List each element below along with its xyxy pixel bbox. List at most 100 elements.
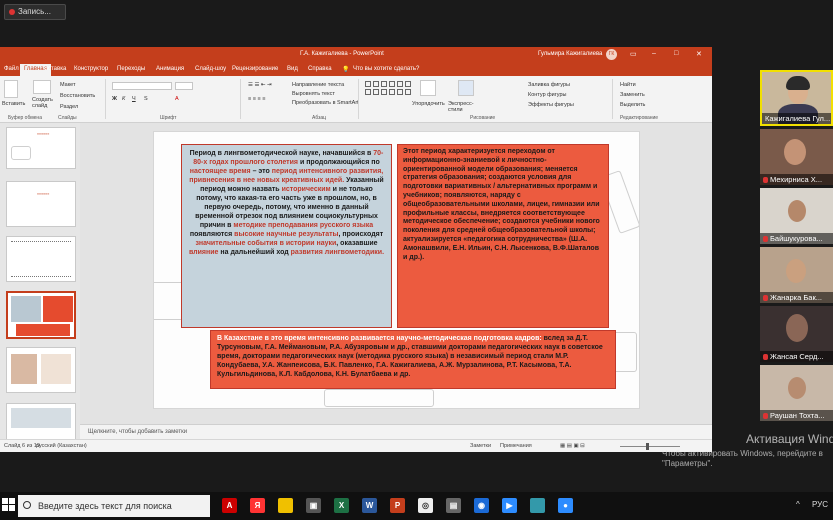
powerpoint-icon[interactable]: P bbox=[390, 498, 405, 513]
thumb-red-box bbox=[16, 324, 70, 336]
file-explorer-icon[interactable] bbox=[278, 498, 293, 513]
muted-mic-icon bbox=[763, 413, 768, 420]
slide-thumbnail[interactable] bbox=[6, 403, 76, 439]
ribbon-display-icon[interactable]: ▭ bbox=[630, 50, 637, 58]
tab-help[interactable]: Справка bbox=[308, 66, 332, 72]
participant-tile[interactable]: Мехирниса Х... bbox=[760, 129, 833, 185]
slide-thumbnail[interactable]: ≡≡≡≡≡≡ bbox=[6, 127, 76, 169]
font-size-combo[interactable] bbox=[175, 82, 193, 90]
tab-file[interactable]: Файл bbox=[4, 66, 19, 72]
shape-effects-button[interactable]: Эффекты фигуры bbox=[528, 102, 574, 108]
app-icon[interactable]: ▤ bbox=[446, 498, 461, 513]
whatsapp-icon[interactable]: ◉ bbox=[474, 498, 489, 513]
new-slide-icon[interactable] bbox=[33, 80, 51, 94]
tab-transitions[interactable]: Переходы bbox=[117, 66, 145, 72]
left-text-segment: Период в лингвометодической науке, начав… bbox=[189, 150, 374, 157]
tab-insert[interactable]: Вставка bbox=[44, 66, 66, 72]
close-icon[interactable]: ✕ bbox=[696, 50, 702, 58]
slide[interactable]: Период в лингвометодической науке, начав… bbox=[153, 131, 640, 409]
minimize-icon[interactable]: – bbox=[652, 50, 656, 57]
chrome-icon[interactable]: ◎ bbox=[418, 498, 433, 513]
comments-toggle[interactable]: Примечания bbox=[500, 443, 532, 449]
maximize-icon[interactable]: □ bbox=[674, 50, 678, 57]
app-icon[interactable] bbox=[530, 498, 545, 513]
zoom-slider-handle[interactable] bbox=[646, 443, 649, 450]
align-text-button[interactable]: Выровнять текст bbox=[292, 91, 335, 97]
slide-thumbnail[interactable] bbox=[6, 347, 76, 393]
zoom-icon[interactable]: ▶ bbox=[502, 498, 517, 513]
shape-outline-button[interactable]: Контур фигуры bbox=[528, 92, 566, 98]
reset-button[interactable]: Восстановить bbox=[60, 93, 95, 99]
excel-icon[interactable]: X bbox=[334, 498, 349, 513]
participant-tile[interactable]: Кажигалиева Гул... bbox=[760, 70, 833, 126]
user-avatar[interactable]: ГК bbox=[606, 49, 617, 60]
quick-styles-icon[interactable] bbox=[458, 80, 474, 96]
bottom-lead: В Казахстане в это время интенсивно разв… bbox=[217, 335, 542, 342]
participant-tile[interactable]: Раушан Тохта... bbox=[760, 365, 833, 421]
tab-slideshow[interactable]: Слайд-шоу bbox=[195, 66, 226, 72]
section-button[interactable]: Раздел bbox=[60, 104, 78, 110]
arrange-icon[interactable] bbox=[420, 80, 436, 96]
underline-icon[interactable]: Ч bbox=[132, 96, 136, 102]
yandex-browser-icon[interactable]: Я bbox=[250, 498, 265, 513]
muted-mic-icon bbox=[763, 236, 768, 243]
slide-textbox-right[interactable]: Этот период характеризуется переходом от… bbox=[397, 144, 609, 328]
zoom-slider[interactable] bbox=[620, 446, 680, 447]
layout-button[interactable]: Макет bbox=[60, 82, 76, 88]
strikethrough-icon[interactable]: S bbox=[144, 96, 148, 102]
participant-tile[interactable]: Байшукурова... bbox=[760, 188, 833, 244]
tab-view[interactable]: Вид bbox=[287, 66, 298, 72]
align-icon[interactable]: ≡ ≡ ≡ ≡ bbox=[248, 96, 265, 102]
left-text: Период в лингвометодической науке, начав… bbox=[189, 150, 384, 256]
italic-icon[interactable]: К bbox=[122, 96, 125, 102]
shape-fill-button[interactable]: Заливка фигуры bbox=[528, 82, 570, 88]
quick-styles-button[interactable]: Экспресс-стили bbox=[448, 101, 484, 113]
windows-start-icon[interactable] bbox=[2, 498, 16, 512]
bullets-icon[interactable]: ☰ ☰ ⇤ ⇥ bbox=[248, 82, 272, 88]
participant-tile[interactable]: Жансая Серд... bbox=[760, 306, 833, 362]
font-name-combo[interactable] bbox=[112, 82, 172, 90]
font-color-icon[interactable]: A bbox=[175, 96, 179, 102]
thumb-red-box bbox=[43, 296, 73, 322]
acrobat-icon[interactable]: A bbox=[222, 498, 237, 513]
shapes-gallery[interactable] bbox=[364, 81, 412, 97]
find-button[interactable]: Найти bbox=[620, 82, 636, 88]
thumb-deco bbox=[11, 146, 31, 160]
record-dot-icon bbox=[9, 8, 15, 15]
smartart-button[interactable]: Преобразовать в SmartArt bbox=[292, 100, 359, 106]
select-button[interactable]: Выделить bbox=[620, 102, 645, 108]
slide-thumbnail-selected[interactable] bbox=[6, 291, 76, 339]
zoom-meeting-icon[interactable]: ● bbox=[558, 498, 573, 513]
slide-textbox-bottom[interactable]: В Казахстане в это время интенсивно разв… bbox=[210, 330, 616, 389]
paste-button[interactable]: Вставить bbox=[2, 101, 25, 107]
slide-thumbnail[interactable]: ≡≡≡≡≡≡ bbox=[6, 181, 76, 227]
new-slide-button[interactable]: Создать слайд bbox=[32, 97, 58, 109]
arrange-button[interactable]: Упорядочить bbox=[412, 101, 445, 107]
slide-thumbnail[interactable] bbox=[6, 236, 76, 282]
tell-me-search[interactable]: Что вы хотите сделать? bbox=[353, 66, 419, 72]
tab-design[interactable]: Конструктор bbox=[74, 66, 108, 72]
language-indicator[interactable]: русский (Казахстан) bbox=[36, 443, 87, 449]
participant-face bbox=[786, 259, 806, 283]
replace-button[interactable]: Заменить bbox=[620, 92, 645, 98]
input-language[interactable]: РУС bbox=[812, 500, 828, 509]
word-icon[interactable]: W bbox=[362, 498, 377, 513]
zoom-top-bar: Запись... bbox=[0, 0, 833, 40]
normal-view-icon[interactable]: ▦ ▤ ▣ ⊟ bbox=[560, 443, 585, 449]
paste-icon[interactable] bbox=[4, 80, 18, 98]
notes-pane[interactable]: Щелкните, чтобы добавить заметки bbox=[80, 424, 712, 439]
tab-animations[interactable]: Анимация bbox=[156, 66, 184, 72]
left-text-segment: развития лингвометодики. bbox=[290, 249, 385, 256]
slide-textbox-left[interactable]: Период в лингвометодической науке, начав… bbox=[181, 144, 392, 328]
bold-icon[interactable]: Ж bbox=[112, 96, 117, 102]
user-name[interactable]: Гульмира Кажигалиева bbox=[538, 51, 602, 57]
taskbar-search[interactable]: Введите здесь текст для поиска bbox=[18, 495, 210, 517]
notes-toggle[interactable]: Заметки bbox=[470, 443, 491, 449]
store-icon[interactable]: ▣ bbox=[306, 498, 321, 513]
recording-indicator[interactable]: Запись... bbox=[4, 4, 66, 20]
participant-name: Жансая Серд... bbox=[760, 351, 833, 362]
tab-review[interactable]: Рецензирование bbox=[232, 66, 278, 72]
participant-tile[interactable]: Жанарка Бак... bbox=[760, 247, 833, 303]
tray-chevron-icon[interactable]: ^ bbox=[796, 500, 800, 509]
text-direction-button[interactable]: Направление текста bbox=[292, 82, 344, 88]
